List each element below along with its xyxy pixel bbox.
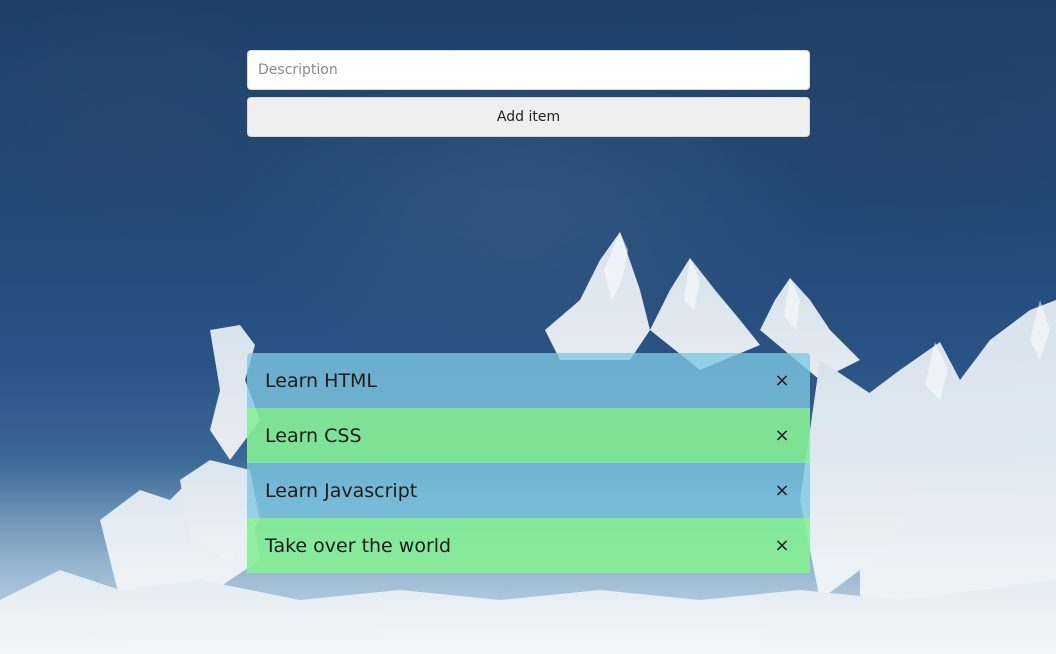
close-icon[interactable]: × <box>772 426 792 445</box>
close-icon[interactable]: × <box>772 481 792 500</box>
list-item: Learn Javascript × <box>247 463 810 518</box>
list-item: Learn HTML × <box>247 353 810 408</box>
list-item: Learn CSS × <box>247 408 810 463</box>
description-input[interactable] <box>247 50 810 90</box>
close-icon[interactable]: × <box>772 371 792 390</box>
todo-text: Learn Javascript <box>265 479 418 502</box>
todo-text: Learn CSS <box>265 424 362 447</box>
todo-list: Learn HTML × Learn CSS × Learn Javascrip… <box>247 353 810 573</box>
todo-text: Take over the world <box>265 534 452 557</box>
todo-text: Learn HTML <box>265 369 378 392</box>
close-icon[interactable]: × <box>772 536 792 555</box>
add-item-button[interactable]: Add item <box>247 97 810 137</box>
add-item-form: Add item <box>247 50 810 137</box>
list-item: Take over the world × <box>247 518 810 573</box>
